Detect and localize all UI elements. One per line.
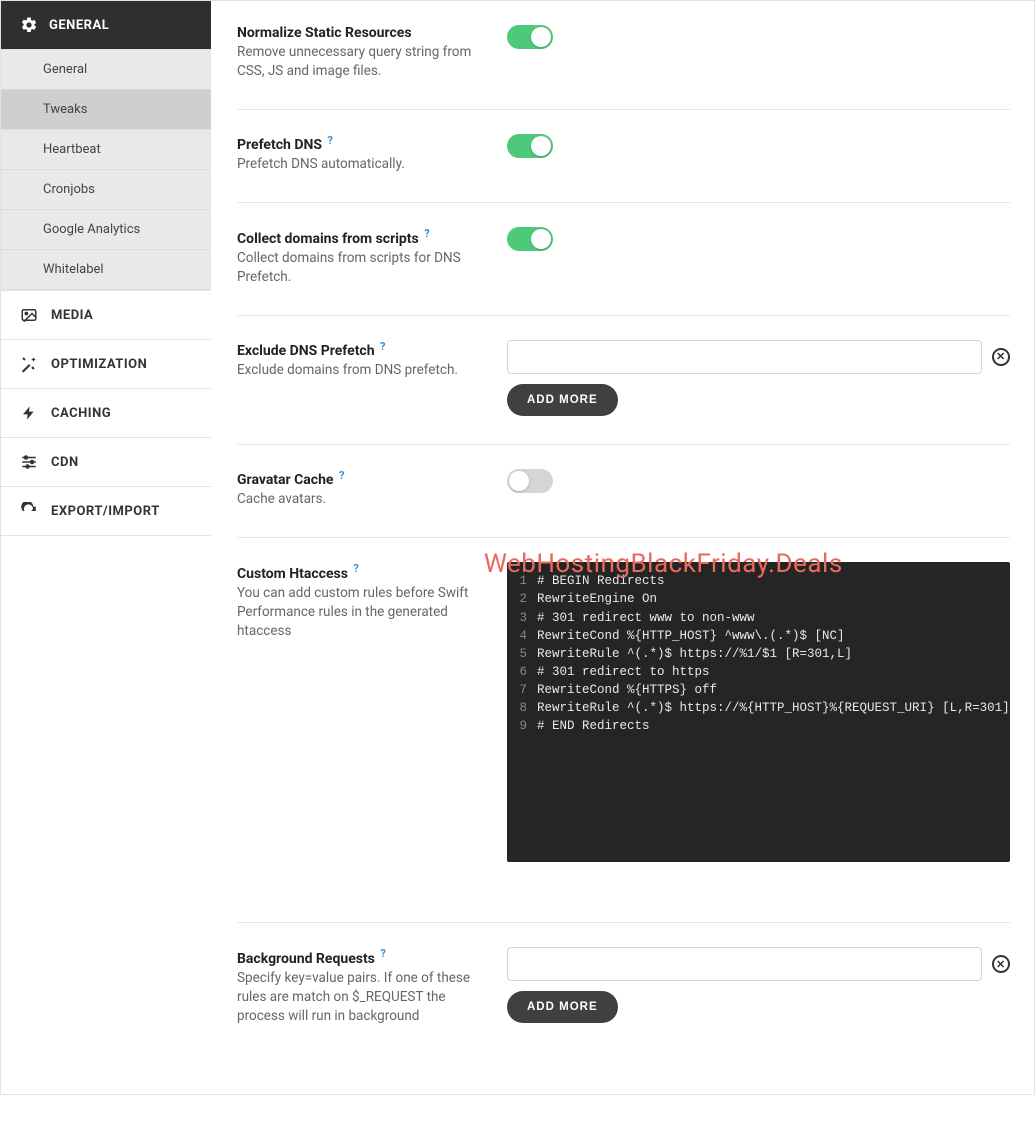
- sidebar-section-label: CDN: [51, 455, 79, 470]
- toggle-prefetch[interactable]: [507, 134, 553, 158]
- sidebar-section-label: EXPORT/IMPORT: [51, 504, 160, 519]
- add-more-button[interactable]: ADD MORE: [507, 991, 618, 1023]
- refresh-icon: [19, 501, 39, 521]
- gear-icon: [19, 15, 39, 35]
- remove-button[interactable]: ✕: [992, 955, 1010, 973]
- sidebar-sub-heartbeat[interactable]: Heartbeat: [1, 130, 211, 170]
- sidebar-sub-tweaks[interactable]: Tweaks: [1, 90, 211, 130]
- sidebar-sub-cronjobs[interactable]: Cronjobs: [1, 170, 211, 210]
- code-line: 8RewriteRule ^(.*)$ https://%{HTTP_HOST}…: [507, 699, 1010, 717]
- setting-collect: Collect domains from scripts ? Collect d…: [237, 203, 1010, 315]
- code-editor[interactable]: 1# BEGIN Redirects2RewriteEngine On3# 30…: [507, 562, 1010, 862]
- wand-icon: [19, 354, 39, 374]
- sidebar-section-optimization[interactable]: OPTIMIZATION: [1, 339, 211, 388]
- add-more-button[interactable]: ADD MORE: [507, 384, 618, 416]
- bolt-icon: [19, 403, 39, 423]
- setting-desc: Collect domains from scripts for DNS Pre…: [237, 249, 477, 287]
- sidebar-section-media[interactable]: MEDIA: [1, 290, 211, 339]
- toggle-normalize[interactable]: [507, 25, 553, 49]
- exclude-input[interactable]: [507, 340, 982, 374]
- setting-desc: Cache avatars.: [237, 490, 477, 509]
- help-icon[interactable]: ?: [380, 340, 385, 353]
- toggle-gravatar[interactable]: [507, 469, 553, 493]
- code-line: 7RewriteCond %{HTTPS} off: [507, 681, 1010, 699]
- setting-desc: Exclude domains from DNS prefetch.: [237, 361, 477, 380]
- sidebar-section-label: CACHING: [51, 406, 111, 421]
- sidebar-section-caching[interactable]: CACHING: [1, 388, 211, 437]
- setting-prefetch: Prefetch DNS ? Prefetch DNS automaticall…: [237, 110, 1010, 204]
- setting-title: Normalize Static Resources: [237, 25, 412, 41]
- setting-exclude: Exclude DNS Prefetch ? Exclude domains f…: [237, 316, 1010, 445]
- code-line: 1# BEGIN Redirects: [507, 572, 1010, 590]
- sidebar-section-cdn[interactable]: CDN: [1, 437, 211, 486]
- setting-gravatar: Gravatar Cache ? Cache avatars.: [237, 445, 1010, 539]
- setting-background: Background Requests ? Specify key=value …: [237, 923, 1010, 1053]
- sliders-icon: [19, 452, 39, 472]
- setting-desc: You can add custom rules before Swift Pe…: [237, 584, 477, 641]
- help-icon[interactable]: ?: [380, 947, 385, 960]
- sidebar: GENERAL General Tweaks Heartbeat Cronjob…: [1, 1, 211, 1094]
- help-icon[interactable]: ?: [339, 469, 344, 482]
- sidebar-section-label: OPTIMIZATION: [51, 357, 147, 372]
- sidebar-section-label: GENERAL: [49, 18, 109, 33]
- sidebar-section-general[interactable]: GENERAL: [1, 1, 211, 49]
- setting-desc: Prefetch DNS automatically.: [237, 155, 477, 174]
- setting-title: Gravatar Cache: [237, 472, 334, 488]
- sidebar-subitems: General Tweaks Heartbeat Cronjobs Google…: [1, 49, 211, 290]
- sidebar-sub-whitelabel[interactable]: Whitelabel: [1, 250, 211, 289]
- setting-title: Background Requests: [237, 951, 375, 967]
- setting-desc: Specify key=value pairs. If one of these…: [237, 969, 477, 1026]
- code-line: 9# END Redirects: [507, 717, 1010, 735]
- toggle-collect[interactable]: [507, 227, 553, 251]
- setting-title: Collect domains from scripts: [237, 231, 419, 247]
- code-line: 6# 301 redirect to https: [507, 663, 1010, 681]
- background-input[interactable]: [507, 947, 982, 981]
- code-line: 5RewriteRule ^(.*)$ https://%1/$1 [R=301…: [507, 645, 1010, 663]
- sidebar-sub-google-analytics[interactable]: Google Analytics: [1, 210, 211, 250]
- help-icon[interactable]: ?: [327, 134, 332, 147]
- help-icon[interactable]: ?: [353, 562, 358, 575]
- setting-title: Custom Htaccess: [237, 566, 348, 582]
- setting-normalize: Normalize Static Resources Remove unnece…: [237, 1, 1010, 110]
- sidebar-section-export-import[interactable]: EXPORT/IMPORT: [1, 486, 211, 536]
- code-line: 4RewriteCond %{HTTP_HOST} ^www\.(.*)$ [N…: [507, 627, 1010, 645]
- setting-title: Exclude DNS Prefetch: [237, 343, 375, 359]
- setting-desc: Remove unnecessary query string from CSS…: [237, 43, 477, 81]
- setting-htaccess: Custom Htaccess ? You can add custom rul…: [237, 538, 1010, 923]
- help-icon[interactable]: ?: [424, 227, 429, 240]
- setting-title: Prefetch DNS: [237, 137, 322, 153]
- main-panel: WebHostingBlackFriday.Deals Normalize St…: [211, 1, 1035, 1094]
- code-line: 3# 301 redirect www to non-www: [507, 609, 1010, 627]
- code-line: 2RewriteEngine On: [507, 590, 1010, 608]
- sidebar-section-label: MEDIA: [51, 308, 93, 323]
- sidebar-sub-general[interactable]: General: [1, 50, 211, 90]
- remove-button[interactable]: ✕: [992, 348, 1010, 366]
- image-icon: [19, 305, 39, 325]
